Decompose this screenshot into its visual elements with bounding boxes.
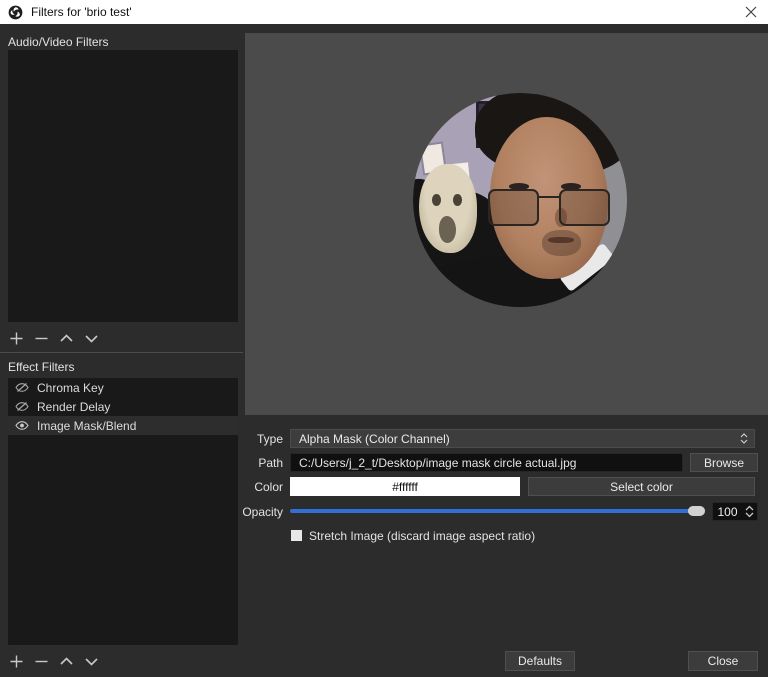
eye-icon[interactable]	[15, 420, 30, 432]
opacity-slider-track[interactable]	[290, 509, 705, 513]
filter-name: Render Delay	[37, 400, 110, 414]
opacity-label: Opacity	[228, 505, 283, 519]
list-item-render-delay[interactable]: Render Delay	[8, 397, 238, 416]
defaults-button[interactable]: Defaults	[505, 651, 575, 671]
eye-slash-icon[interactable]	[15, 401, 30, 413]
audio-video-list-toolbar	[8, 329, 99, 347]
filters-dialog: Filters for 'brio test' Audio/Video Filt…	[0, 0, 768, 677]
close-x-icon[interactable]	[740, 2, 762, 22]
color-label: Color	[228, 480, 283, 494]
opacity-slider-handle[interactable]	[688, 506, 705, 516]
plus-icon[interactable]	[8, 653, 24, 669]
titlebar: Filters for 'brio test'	[0, 0, 768, 24]
effect-list-toolbar	[8, 652, 99, 670]
type-value: Alpha Mask (Color Channel)	[299, 432, 450, 446]
audio-video-filters-list[interactable]	[8, 50, 238, 322]
list-item-image-mask-blend[interactable]: Image Mask/Blend	[8, 416, 238, 435]
type-label: Type	[228, 432, 283, 446]
webcam-preview-image	[413, 93, 627, 307]
filter-name: Chroma Key	[37, 381, 104, 395]
window-title: Filters for 'brio test'	[31, 5, 132, 19]
stretch-image-label[interactable]: Stretch Image (discard image aspect rati…	[309, 529, 535, 543]
left-panel-divider	[0, 352, 243, 353]
opacity-spinbox[interactable]: 100	[712, 502, 758, 521]
stretch-image-checkbox[interactable]	[291, 530, 302, 541]
filter-name: Image Mask/Blend	[37, 419, 136, 433]
plus-icon[interactable]	[8, 330, 24, 346]
chevron-down-icon[interactable]	[83, 653, 99, 669]
filter-preview-area	[245, 33, 768, 415]
obs-logo-icon	[8, 5, 23, 20]
opacity-slider[interactable]	[290, 503, 705, 519]
list-item-chroma-key[interactable]: Chroma Key	[8, 378, 238, 397]
chevron-up-icon[interactable]	[58, 653, 74, 669]
chevron-up-icon[interactable]	[58, 330, 74, 346]
type-dropdown[interactable]: Alpha Mask (Color Channel)	[290, 429, 755, 448]
close-button[interactable]: Close	[688, 651, 758, 671]
browse-button[interactable]: Browse	[690, 453, 758, 472]
audio-video-filters-header: Audio/Video Filters	[8, 35, 109, 49]
path-input[interactable]: C:/Users/j_2_t/Desktop/image mask circle…	[290, 453, 683, 472]
chevron-down-icon[interactable]	[83, 330, 99, 346]
minus-icon[interactable]	[33, 330, 49, 346]
minus-icon[interactable]	[33, 653, 49, 669]
up-down-spinner-icon[interactable]	[736, 431, 752, 446]
opacity-value: 100	[713, 505, 742, 519]
color-value-swatch[interactable]: #ffffff	[290, 477, 520, 496]
path-label: Path	[228, 456, 283, 470]
select-color-button[interactable]: Select color	[528, 477, 755, 496]
effect-filters-list: Chroma Key Render Delay Image Mask/Blend	[8, 378, 238, 645]
up-down-spinner-icon[interactable]	[742, 503, 757, 520]
eye-slash-icon[interactable]	[15, 382, 30, 394]
effect-filters-header: Effect Filters	[8, 360, 74, 374]
